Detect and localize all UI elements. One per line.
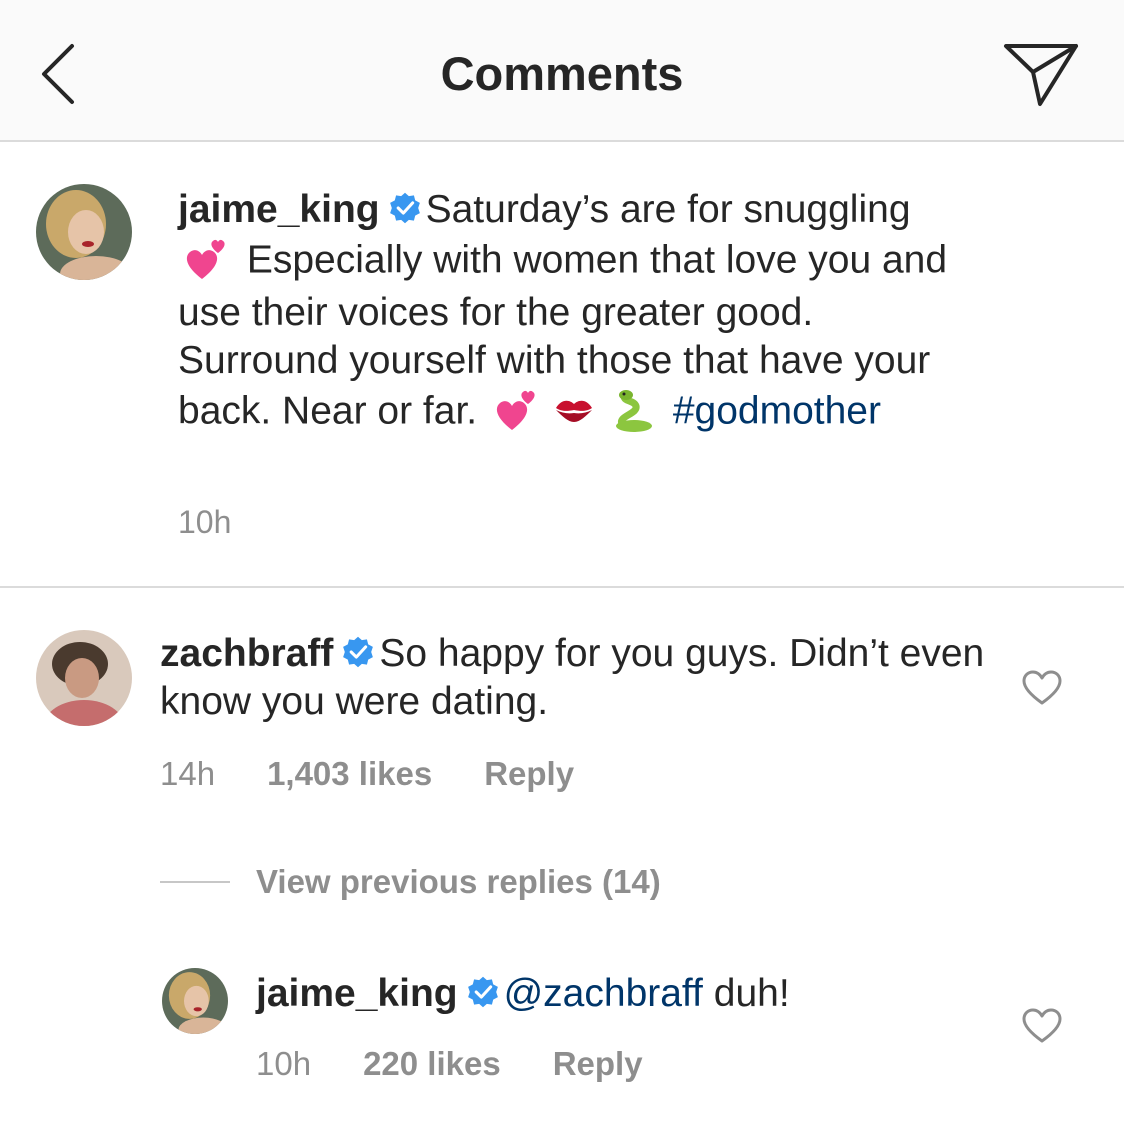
two-hearts-emoji [186,239,225,279]
caption-username[interactable]: jaime_king [178,188,380,231]
two-hearts-emoji [496,390,535,430]
reply-button[interactable]: Reply [484,755,574,793]
reply-username[interactable]: jaime_king [256,972,458,1015]
view-previous-replies-label: View previous replies (14) [256,863,661,900]
heart-outline-icon[interactable] [1022,1008,1062,1044]
snake-emoji [615,389,652,432]
comment-username[interactable]: zachbraff [160,632,333,675]
reply-meta: 10h 220 likes Reply [256,1045,695,1083]
kiss-mark-emoji [555,400,592,422]
verified-badge-icon [467,976,498,1008]
verified-badge-icon [389,192,420,224]
caption-timestamp: 10h [178,504,232,540]
divider [160,881,230,883]
paper-plane-icon [1004,44,1078,106]
reply-body: duh! [713,972,790,1015]
heart-outline-icon[interactable] [1022,670,1062,706]
reply-button[interactable]: Reply [553,1045,643,1083]
caption-text: jaime_king Saturday’s are for snuggling … [178,186,968,440]
page-title: Comments [440,47,684,100]
header-bar: Comments [0,0,1124,142]
comment-likes-count[interactable]: 1,403 likes [267,755,432,793]
comment-timestamp: 14h [160,755,216,792]
avatar[interactable] [36,630,132,726]
reply-likes-count[interactable]: 220 likes [363,1045,501,1083]
avatar[interactable] [36,184,132,280]
reply-text: jaime_king @zachbraff duh! [256,970,996,1018]
verified-badge-icon [343,636,374,668]
view-previous-replies-button[interactable]: View previous replies (14) [160,862,661,902]
share-button[interactable] [1000,38,1082,110]
mention-link[interactable]: @zachbraff [504,972,703,1015]
caption-text-part-1: Saturday’s are for snuggling [425,188,911,231]
avatar[interactable] [162,968,228,1034]
comment-text: zachbraff So happy for you guys. Didn’t … [160,630,990,726]
reply-timestamp: 10h [256,1045,312,1082]
divider [0,586,1124,588]
hashtag-link[interactable]: #godmother [673,389,881,432]
comment-meta: 14h 1,403 likes Reply [160,755,626,793]
